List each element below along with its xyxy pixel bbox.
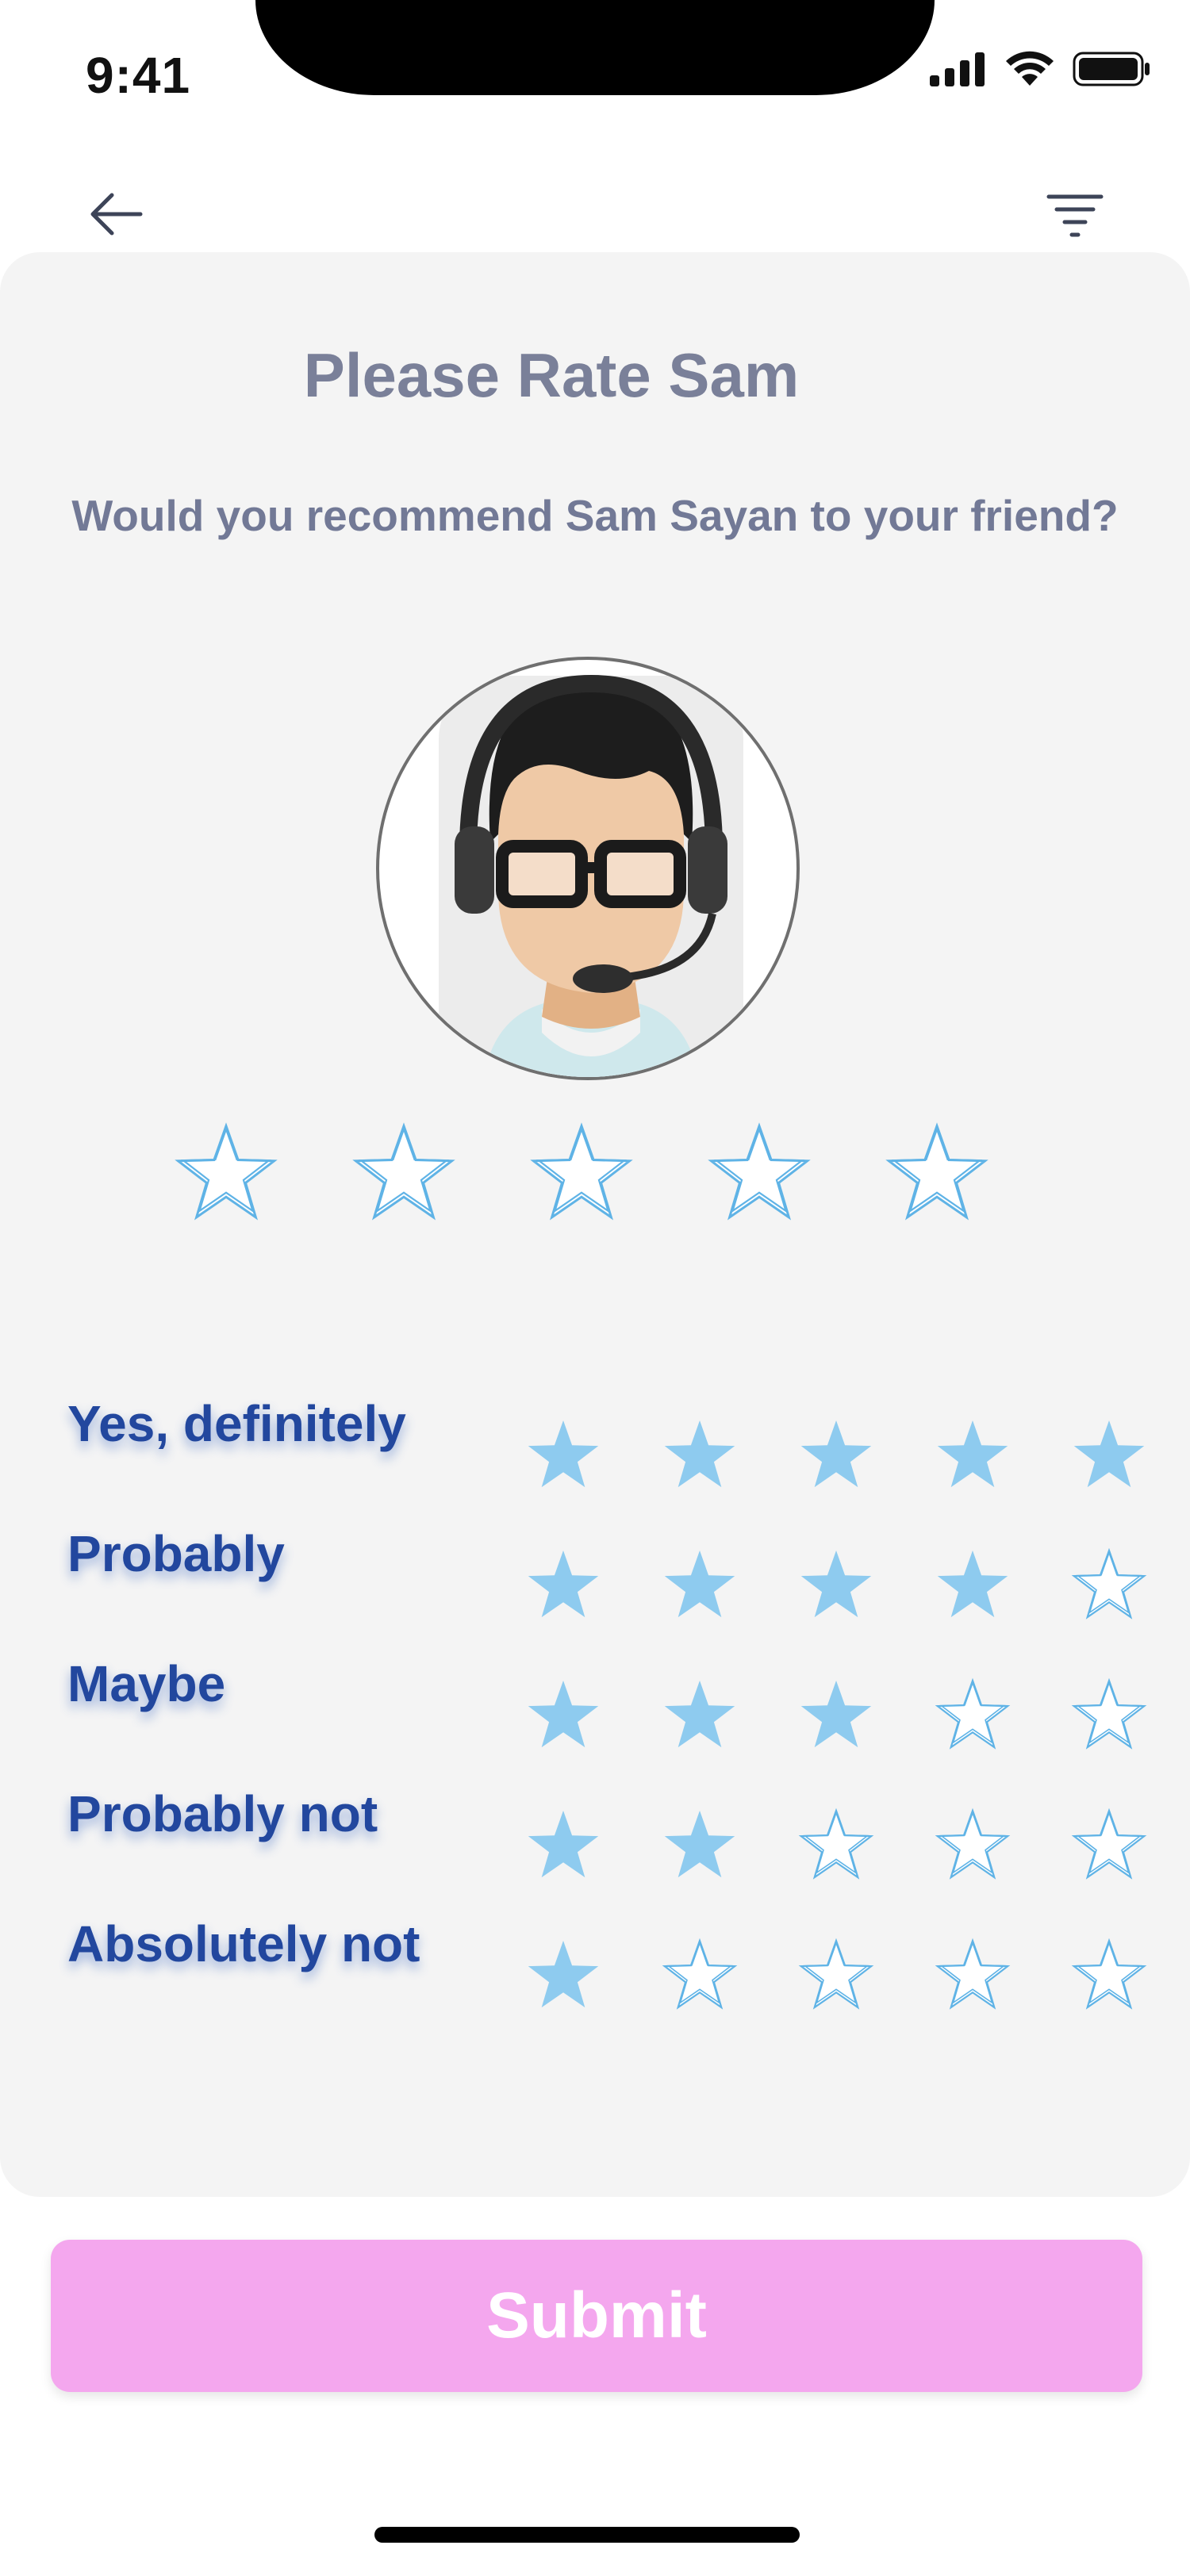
status-icons (928, 51, 1152, 87)
filter-icon (1046, 194, 1104, 237)
star-filled-icon (1069, 1416, 1149, 1492)
agent-avatar (376, 657, 800, 1080)
legend-label: Probably (67, 1525, 285, 1582)
star-empty-icon (1069, 1937, 1149, 2012)
battery-icon (1073, 52, 1150, 86)
legend-row: Probably not (0, 1784, 1190, 1896)
star-filled-icon (933, 1547, 1012, 1622)
star-filled-icon (797, 1677, 876, 1752)
star-empty-icon (1069, 1677, 1149, 1752)
question-text: Would you recommend Sam Sayan to your fr… (71, 491, 1119, 540)
back-button[interactable] (79, 178, 151, 250)
star-empty-icon (1071, 1938, 1147, 2010)
star-filled-icon (660, 1807, 739, 1882)
submit-button[interactable]: Submit (51, 2240, 1142, 2392)
wifi-icon (1006, 51, 1054, 86)
legend-label: Probably not (67, 1785, 378, 1842)
star-filled-icon (800, 1680, 872, 1748)
star-outline-icon (352, 1122, 455, 1221)
legend-row: Maybe (0, 1654, 1190, 1765)
star-filled-icon (937, 1550, 1008, 1618)
star-filled-icon (524, 1416, 603, 1492)
star-filled-icon (528, 1810, 599, 1878)
star-empty-icon (935, 1807, 1011, 1880)
legend-row: Probably (0, 1524, 1190, 1635)
star-outline-icon (708, 1122, 811, 1221)
star-empty-icon (1069, 1807, 1149, 1882)
support-agent-avatar (439, 674, 743, 1077)
star-filled-icon (1073, 1420, 1145, 1488)
star-filled-icon (528, 1420, 599, 1488)
star-filled-icon (664, 1680, 735, 1748)
star-filled-icon (800, 1420, 872, 1488)
star-empty-icon (935, 1677, 1011, 1750)
star-empty-icon (797, 1937, 876, 2012)
home-indicator (374, 2527, 800, 2543)
star-filled-icon (660, 1677, 739, 1752)
star-outline-icon (530, 1122, 633, 1221)
star-filled-icon (797, 1547, 876, 1622)
legend-row: Yes, definitely (0, 1394, 1190, 1505)
device-notch (255, 0, 935, 95)
star-filled-icon (528, 1680, 599, 1748)
star-filled-icon (664, 1550, 735, 1618)
star-empty-icon (662, 1938, 738, 2010)
legend-label: Absolutely not (67, 1915, 420, 1972)
star-filled-icon (528, 1550, 599, 1618)
star-filled-icon (524, 1807, 603, 1882)
rating-star-3[interactable] (522, 1121, 641, 1224)
page-title: Please Rate Sam (303, 340, 800, 410)
rating-star-4[interactable] (700, 1121, 819, 1224)
legend-label: Maybe (67, 1655, 226, 1712)
star-empty-icon (1071, 1547, 1147, 1620)
rating-star-2[interactable] (344, 1121, 463, 1224)
star-outline-icon (175, 1122, 278, 1221)
star-empty-icon (933, 1937, 1012, 2012)
rating-star-5[interactable] (877, 1121, 996, 1224)
star-empty-icon (933, 1677, 1012, 1752)
star-filled-icon (660, 1547, 739, 1622)
legend-row: Absolutely not (0, 1915, 1190, 2026)
star-filled-icon (664, 1810, 735, 1878)
rating-card: Please Rate Sam Would you recommend Sam … (0, 252, 1190, 2197)
star-filled-icon (933, 1416, 1012, 1492)
star-empty-icon (935, 1938, 1011, 2010)
star-empty-icon (798, 1938, 874, 2010)
star-empty-icon (798, 1807, 874, 1880)
arrow-left-icon (90, 193, 143, 236)
star-filled-icon (524, 1677, 603, 1752)
rating-star-1[interactable] (167, 1121, 286, 1224)
star-filled-icon (800, 1550, 872, 1618)
star-empty-icon (1071, 1807, 1147, 1880)
status-time: 9:41 (86, 47, 191, 104)
star-filled-icon (524, 1547, 603, 1622)
star-empty-icon (1069, 1547, 1149, 1622)
star-empty-icon (933, 1807, 1012, 1882)
star-filled-icon (664, 1420, 735, 1488)
status-bar: 9:41 (0, 0, 1190, 151)
star-outline-icon (885, 1122, 988, 1221)
filter-button[interactable] (1039, 178, 1111, 250)
star-empty-icon (1071, 1677, 1147, 1750)
signal-icon (930, 52, 985, 86)
star-filled-icon (937, 1420, 1008, 1488)
legend-label: Yes, definitely (67, 1395, 406, 1452)
star-filled-icon (524, 1937, 603, 2012)
star-filled-icon (660, 1416, 739, 1492)
star-filled-icon (528, 1940, 599, 2008)
star-empty-icon (797, 1807, 876, 1882)
star-filled-icon (797, 1416, 876, 1492)
star-rating[interactable] (167, 1121, 1008, 1232)
star-empty-icon (660, 1937, 739, 2012)
